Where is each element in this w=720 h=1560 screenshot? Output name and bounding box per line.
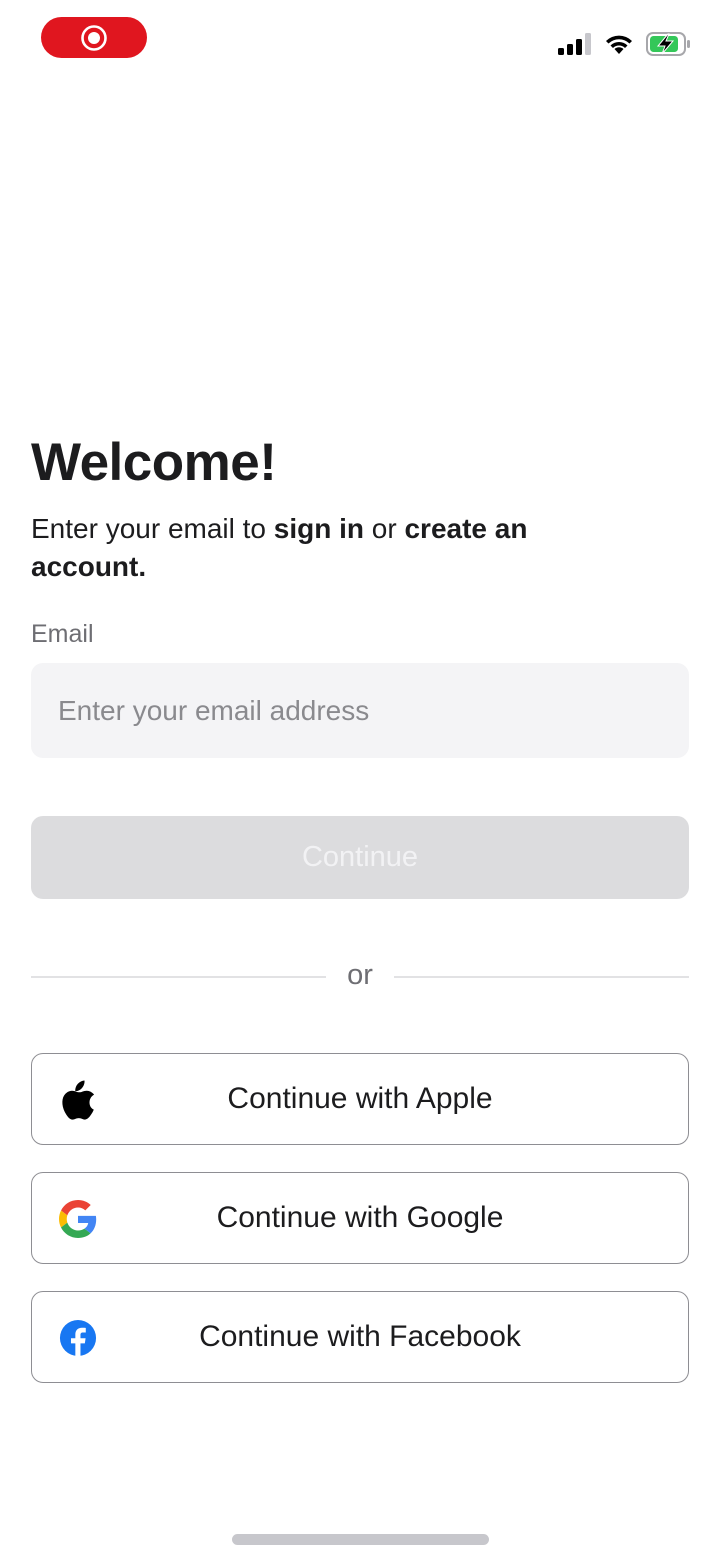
google-icon [58, 1199, 98, 1239]
page-title: Welcome! [31, 433, 277, 492]
email-input[interactable] [31, 663, 689, 758]
home-indicator[interactable] [232, 1534, 489, 1545]
apple-icon [58, 1080, 98, 1120]
continue-with-facebook-label: Continue with Facebook [199, 1320, 521, 1353]
facebook-icon [58, 1318, 98, 1358]
continue-with-apple-label: Continue with Apple [227, 1082, 493, 1115]
subtitle-sign-in: sign in [273, 513, 365, 544]
subtitle-period: . [138, 551, 147, 582]
wifi-icon [606, 35, 632, 54]
subtitle-or: or [364, 513, 405, 544]
status-bar [0, 0, 720, 80]
screen-record-icon [81, 24, 107, 51]
continue-button[interactable]: Continue [31, 816, 689, 899]
email-label: Email [31, 620, 94, 648]
cellular-signal-icon [558, 33, 591, 55]
sign-in-screen: Welcome! Enter your email to sign in or … [0, 0, 720, 1560]
continue-with-google-button[interactable]: Continue with Google [31, 1172, 689, 1264]
divider-line-right [394, 976, 689, 978]
continue-with-google-label: Continue with Google [216, 1201, 504, 1234]
page-subtitle: Enter your email to sign in or create an… [31, 510, 551, 586]
screen-record-indicator[interactable] [41, 17, 147, 58]
status-icons [558, 30, 692, 58]
battery-charging-icon [646, 32, 690, 56]
continue-with-apple-button[interactable]: Continue with Apple [31, 1053, 689, 1145]
or-divider: or [31, 955, 689, 999]
continue-with-facebook-button[interactable]: Continue with Facebook [31, 1291, 689, 1383]
subtitle-text: Enter your email to [31, 513, 274, 544]
